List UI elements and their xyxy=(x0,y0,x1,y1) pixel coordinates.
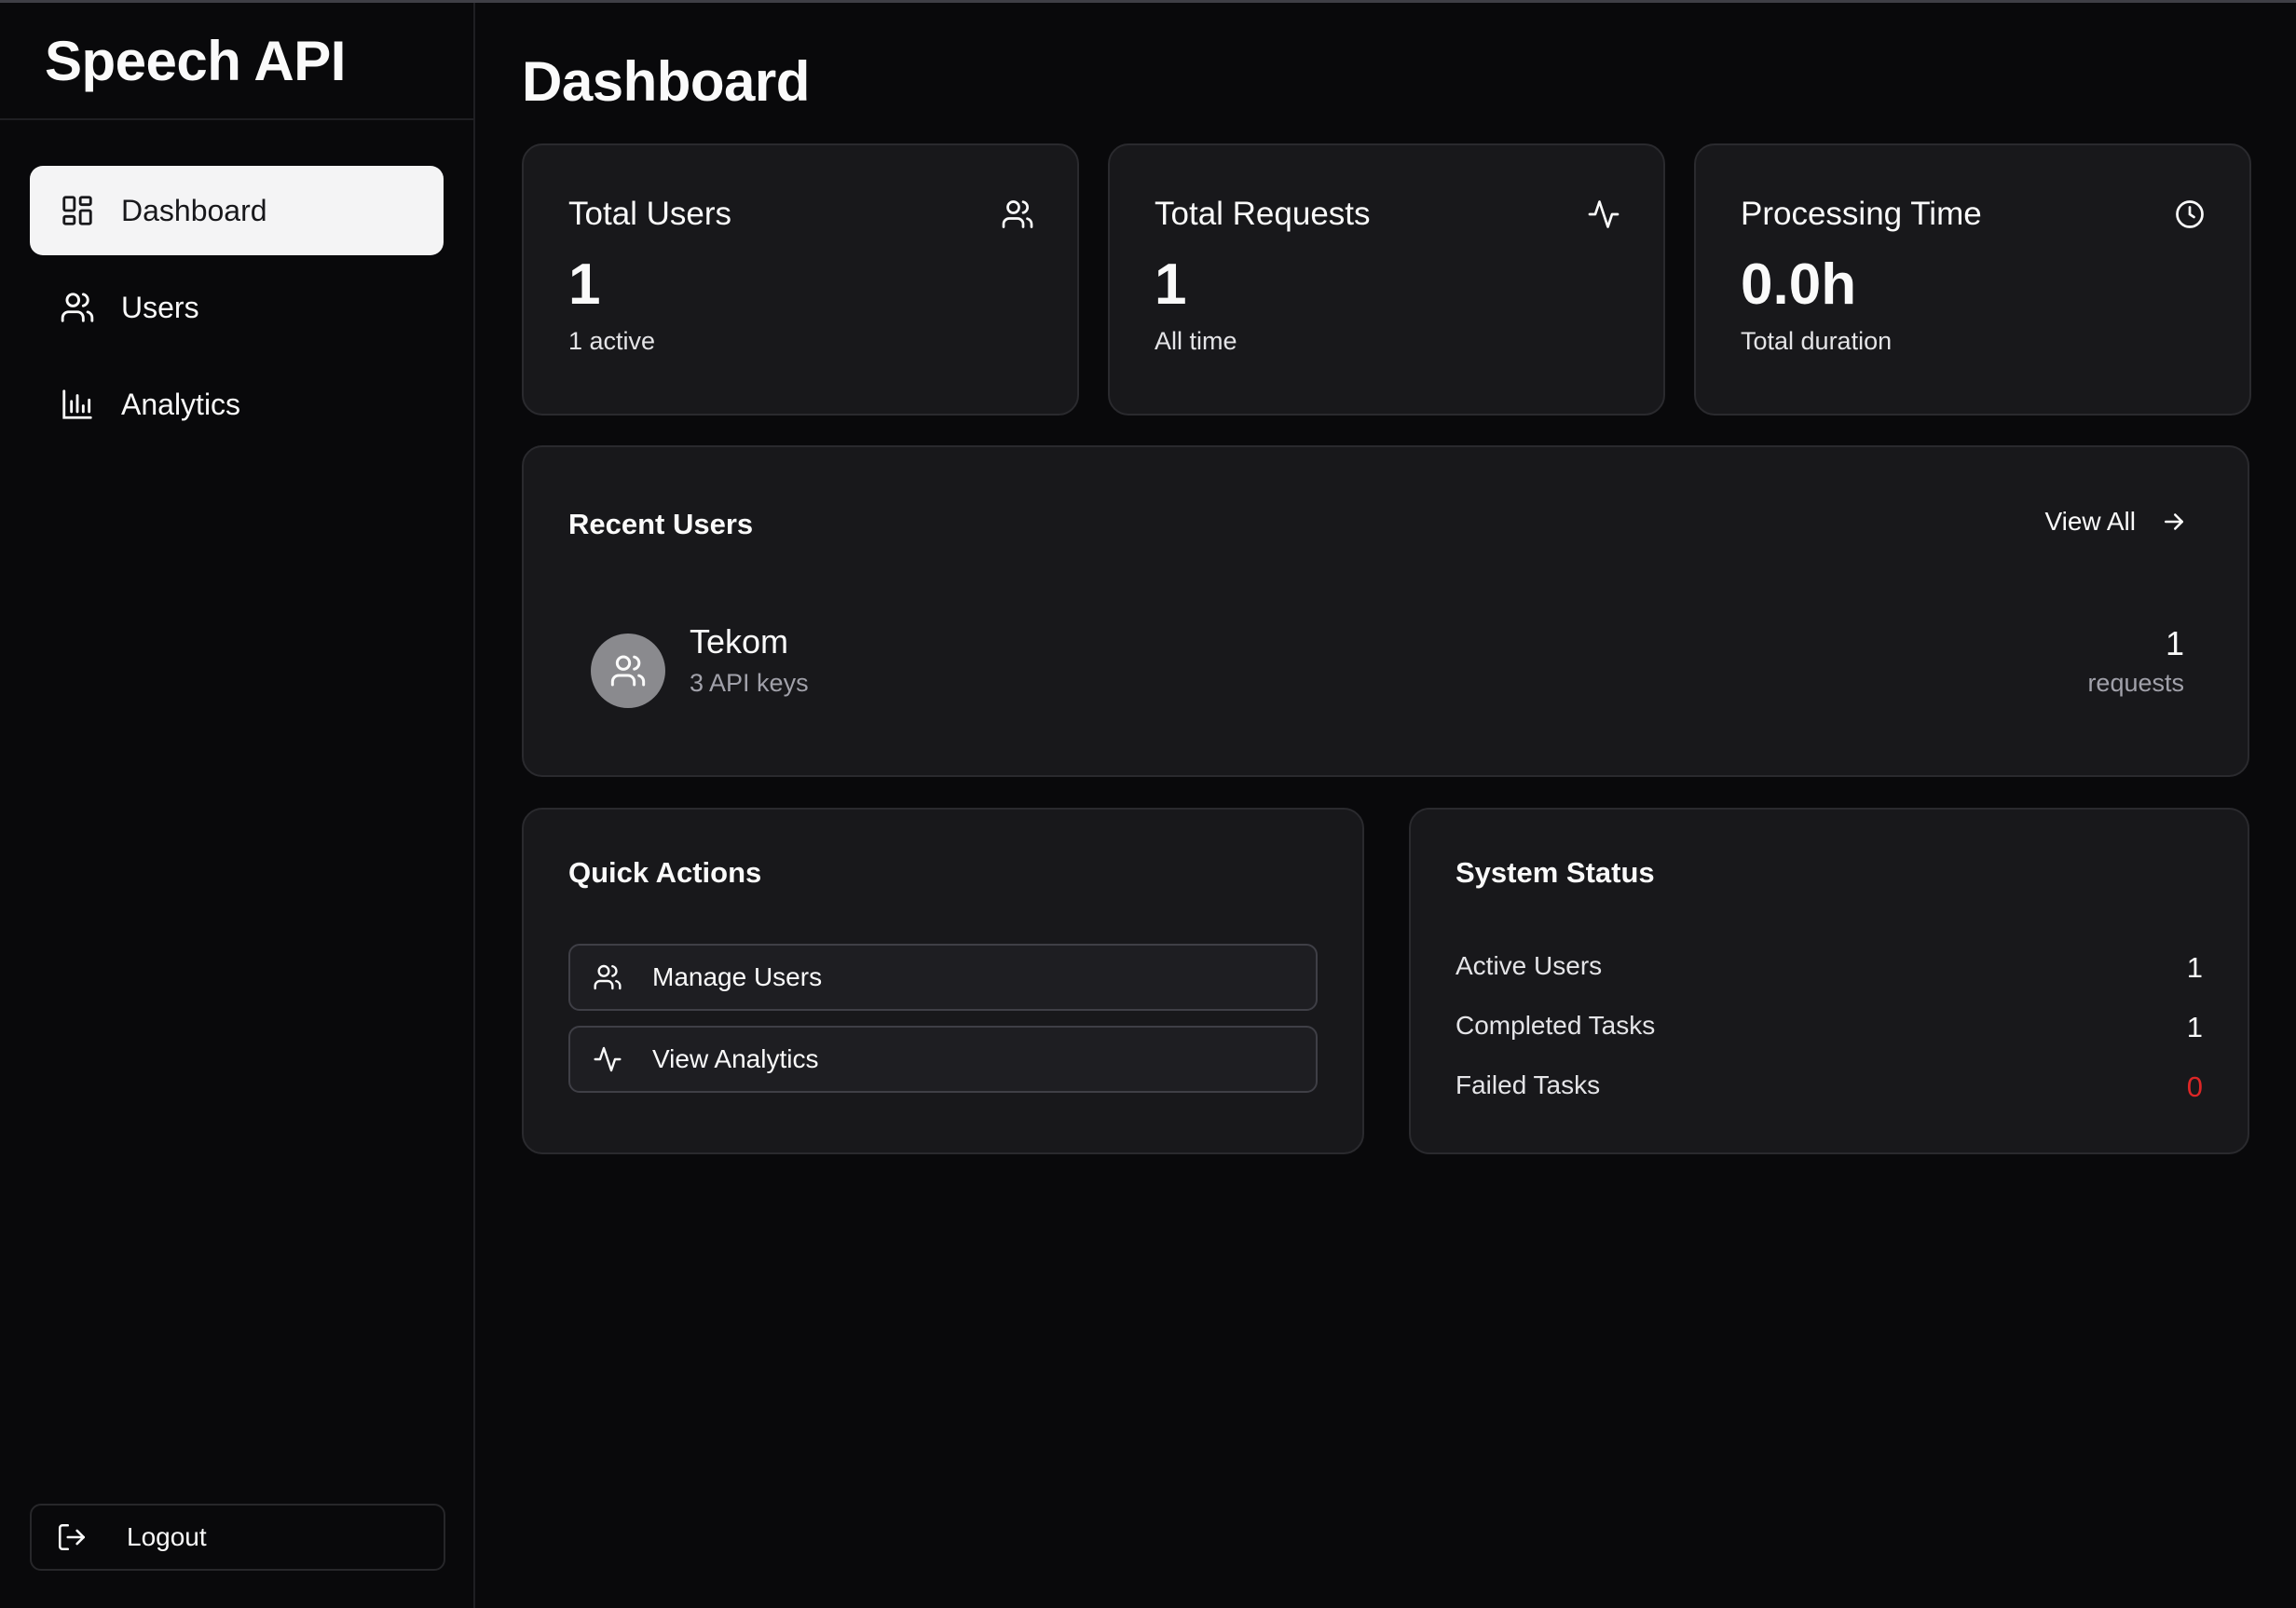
logout-label: Logout xyxy=(127,1522,207,1551)
main-content: Dashboard Total Users 1 1 active Total R… xyxy=(522,3,2251,1154)
stat-value: 1 xyxy=(568,252,601,317)
user-request-count: 1 xyxy=(2165,624,2184,662)
sidebar-item-label: Dashboard xyxy=(121,193,267,227)
dashboard-grid-icon xyxy=(62,196,92,225)
stat-value: 1 xyxy=(1155,252,1187,317)
stat-card-total-requests: Total Requests 1 All time xyxy=(1108,143,1665,416)
sidebar-item-dashboard[interactable]: Dashboard xyxy=(30,166,444,255)
activity-icon xyxy=(594,1046,622,1072)
stat-subtext: Total duration xyxy=(1741,327,1893,355)
users-icon xyxy=(61,293,94,322)
users-icon xyxy=(594,964,622,990)
system-status-title: System Status xyxy=(1456,856,1655,889)
activity-icon xyxy=(1588,200,1620,228)
status-value: 1 xyxy=(2186,951,2203,984)
action-label: Manage Users xyxy=(652,962,823,991)
arrow-right-icon xyxy=(2165,513,2183,530)
logout-button[interactable]: Logout xyxy=(30,1504,445,1571)
clock-icon xyxy=(2176,200,2204,228)
recent-user-row[interactable]: Tekom 3 API keys 1 requests xyxy=(591,622,2184,715)
users-icon xyxy=(1002,200,1033,228)
sidebar: Speech API Dashboard Users Analytics Log… xyxy=(0,3,475,1608)
stat-label: Processing Time xyxy=(1741,196,1982,232)
quick-actions-card: Quick Actions Manage Users View Analytic… xyxy=(522,808,1364,1154)
sidebar-nav: Dashboard Users Analytics xyxy=(0,120,473,449)
stat-card-total-users: Total Users 1 1 active xyxy=(522,143,1079,416)
status-label: Failed Tasks xyxy=(1456,1070,1601,1099)
status-row-active-users: Active Users 1 xyxy=(1456,951,2203,988)
logout-icon xyxy=(58,1523,86,1551)
user-name: Tekom xyxy=(690,622,789,661)
sidebar-item-users[interactable]: Users xyxy=(30,263,444,352)
status-label: Completed Tasks xyxy=(1456,1011,1656,1040)
recent-users-title: Recent Users xyxy=(568,508,754,540)
user-request-label: requests xyxy=(2087,669,2184,697)
manage-users-button[interactable]: Manage Users xyxy=(568,944,1318,1011)
status-label: Active Users xyxy=(1456,951,1603,980)
users-icon xyxy=(610,655,646,687)
stat-card-processing-time: Processing Time 0.0h Total duration xyxy=(1694,143,2251,416)
user-api-keys: 3 API keys xyxy=(690,669,809,697)
stat-value: 0.0h xyxy=(1741,252,1857,317)
view-analytics-button[interactable]: View Analytics xyxy=(568,1026,1318,1093)
page-title: Dashboard xyxy=(522,50,810,113)
sidebar-item-analytics[interactable]: Analytics xyxy=(30,360,444,449)
stat-label: Total Users xyxy=(568,196,732,232)
sidebar-item-label: Users xyxy=(121,290,199,324)
view-all-label: View All xyxy=(2044,507,2136,536)
stat-label: Total Requests xyxy=(1155,196,1371,232)
bar-chart-icon xyxy=(62,389,92,419)
status-value: 1 xyxy=(2186,1011,2203,1043)
stat-subtext: 1 active xyxy=(568,327,656,355)
stat-subtext: All time xyxy=(1155,327,1237,355)
sidebar-item-label: Analytics xyxy=(121,387,241,421)
system-status-card: System Status Active Users 1 Completed T… xyxy=(1409,808,2249,1154)
app-brand: Speech API xyxy=(0,3,473,120)
avatar xyxy=(591,634,665,708)
action-label: View Analytics xyxy=(652,1044,819,1073)
status-row-failed-tasks: Failed Tasks 0 xyxy=(1456,1070,2203,1108)
quick-actions-title: Quick Actions xyxy=(568,856,762,889)
recent-users-card: Recent Users View All Tekom 3 API keys 1… xyxy=(522,445,2249,777)
status-row-completed-tasks: Completed Tasks 1 xyxy=(1456,1011,2203,1048)
view-all-link[interactable]: View All xyxy=(2044,507,2188,537)
status-value: 0 xyxy=(2186,1070,2203,1103)
